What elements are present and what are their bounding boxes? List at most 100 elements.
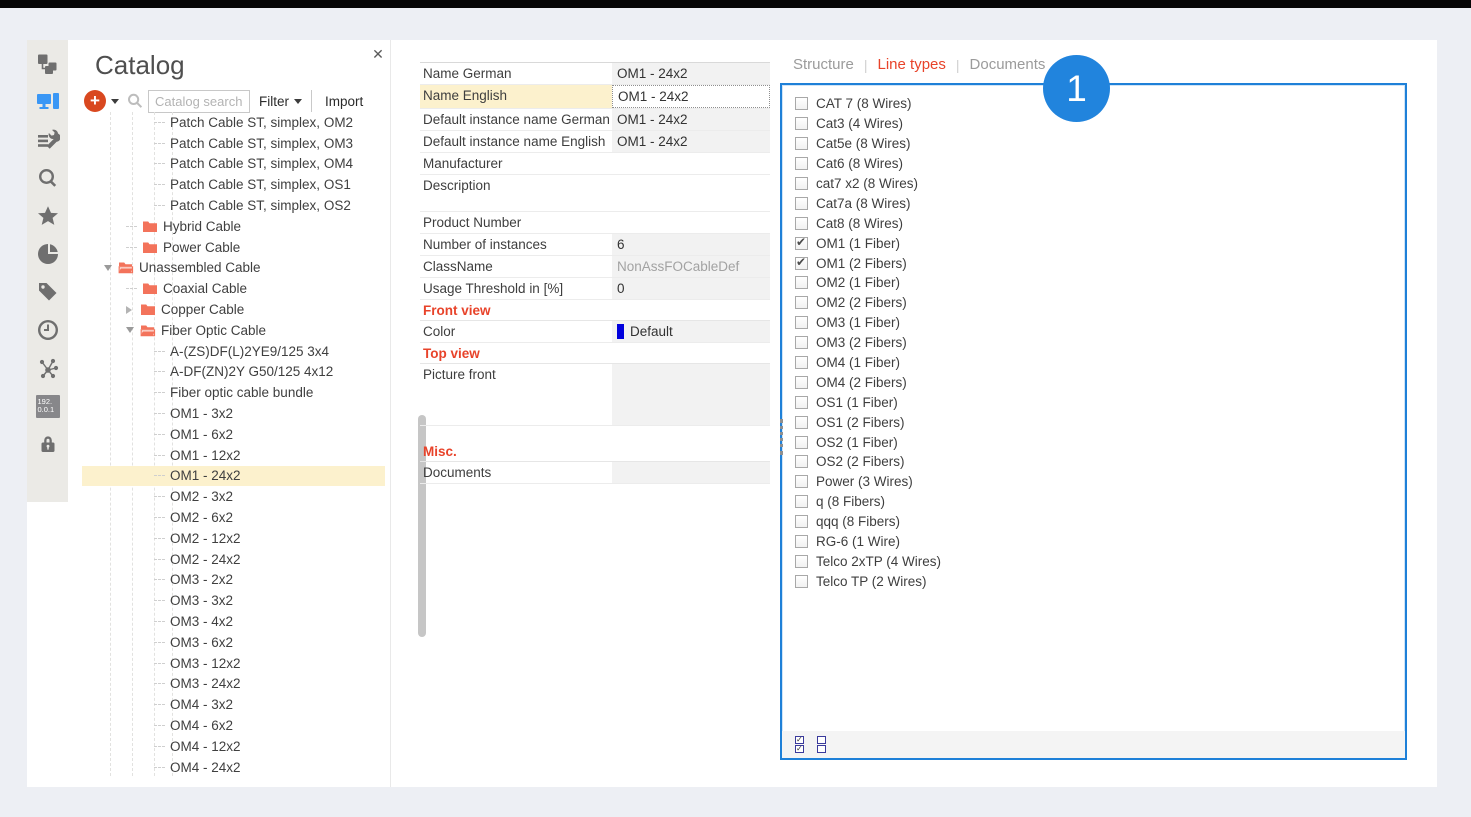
checkbox-icon[interactable] (795, 157, 808, 170)
property-value[interactable]: OM1 - 24x2 (612, 85, 770, 108)
tree-item[interactable]: OM4 - 6x2 (82, 715, 385, 736)
checkbox-checked-icon[interactable] (795, 237, 808, 250)
line-type-item[interactable]: OM4 (1 Fiber) (795, 353, 1405, 373)
tree-item[interactable]: OM4 - 12x2 (82, 736, 385, 757)
tree-item[interactable]: Unassembled Cable (82, 258, 385, 279)
line-type-item[interactable]: q (8 Fibers) (795, 492, 1405, 512)
ip-badge[interactable]: 192. 0.0.1 (36, 394, 60, 418)
property-value[interactable] (612, 212, 770, 233)
line-type-item[interactable]: Telco 2xTP (4 Wires) (795, 551, 1405, 571)
line-type-item[interactable]: Power (3 Wires) (795, 472, 1405, 492)
tree-item[interactable]: OM3 - 24x2 (82, 674, 385, 695)
tree-item[interactable]: OM3 - 2x2 (82, 570, 385, 591)
line-type-item[interactable]: OS1 (1 Fiber) (795, 392, 1405, 412)
tree-item[interactable]: OM4 - 24x2 (82, 757, 385, 778)
tree-item[interactable]: OM2 - 12x2 (82, 528, 385, 549)
line-type-item[interactable]: OM2 (1 Fiber) (795, 273, 1405, 293)
expand-arrow-down-icon[interactable] (126, 327, 140, 333)
line-type-item[interactable]: Cat7a (8 Wires) (795, 193, 1405, 213)
network-icon[interactable] (36, 356, 60, 380)
property-value[interactable]: OM1 - 24x2 (612, 63, 770, 84)
property-value[interactable] (612, 462, 770, 483)
tree-item[interactable]: Power Cable (82, 237, 385, 258)
line-type-item[interactable]: cat7 x2 (8 Wires) (795, 174, 1405, 194)
tree-item[interactable]: OM3 - 4x2 (82, 611, 385, 632)
property-value[interactable] (612, 175, 770, 211)
checkbox-icon[interactable] (795, 296, 808, 309)
line-type-item[interactable]: Telco TP (2 Wires) (795, 571, 1405, 591)
checkbox-icon[interactable] (795, 575, 808, 588)
tab-documents[interactable]: Documents (970, 56, 1046, 73)
tree-item[interactable]: OM1 - 3x2 (82, 403, 385, 424)
tree-item[interactable]: OM2 - 3x2 (82, 486, 385, 507)
tree-item[interactable]: OM1 - 6x2 (82, 424, 385, 445)
tree-item[interactable]: Patch Cable ST, simplex, OS2 (82, 195, 385, 216)
checkbox-icon[interactable] (795, 535, 808, 548)
expand-arrow-down-icon[interactable] (104, 265, 118, 271)
property-value[interactable]: 6 (612, 234, 770, 255)
checkbox-checked-icon[interactable] (795, 257, 808, 270)
catalog-search-input[interactable] (148, 90, 250, 113)
checkbox-icon[interactable] (795, 336, 808, 349)
clock-icon[interactable] (36, 318, 60, 342)
tree-item[interactable]: Patch Cable ST, simplex, OS1 (82, 174, 385, 195)
star-icon[interactable] (36, 204, 60, 228)
tree-item[interactable]: Fiber optic cable bundle (82, 382, 385, 403)
deselect-all-button[interactable] (817, 736, 826, 753)
tree-item[interactable]: OM1 - 12x2 (82, 445, 385, 466)
checkbox-icon[interactable] (795, 495, 808, 508)
line-type-item[interactable]: qqq (8 Fibers) (795, 512, 1405, 532)
tree-item[interactable]: A-(ZS)DF(L)2YE9/125 3x4 (82, 341, 385, 362)
line-type-item[interactable]: OM3 (1 Fiber) (795, 313, 1405, 333)
checkbox-icon[interactable] (795, 316, 808, 329)
line-type-item[interactable]: OS2 (2 Fibers) (795, 452, 1405, 472)
lock-icon[interactable] (36, 432, 60, 456)
line-type-item[interactable]: OM2 (2 Fibers) (795, 293, 1405, 313)
tree-item[interactable]: OM2 - 24x2 (82, 549, 385, 570)
tree-item[interactable]: Patch Cable ST, simplex, OM3 (82, 133, 385, 154)
checkbox-icon[interactable] (795, 515, 808, 528)
tree-item[interactable]: Fiber Optic Cable (82, 320, 385, 341)
tree-item[interactable]: OM3 - 12x2 (82, 653, 385, 674)
checkbox-icon[interactable] (795, 276, 808, 289)
tab-line-types[interactable]: Line types (878, 56, 946, 73)
tree-item[interactable]: Coaxial Cable (82, 278, 385, 299)
checkbox-icon[interactable] (795, 555, 808, 568)
filter-button[interactable]: Filter (259, 94, 289, 109)
topology-icon[interactable] (36, 52, 60, 76)
property-value[interactable]: OM1 - 24x2 (612, 131, 770, 152)
checkbox-icon[interactable] (795, 197, 808, 210)
tree-item[interactable]: A-DF(ZN)2Y G50/125 4x12 (82, 362, 385, 383)
line-type-item[interactable]: OS1 (2 Fibers) (795, 412, 1405, 432)
import-button[interactable]: Import (325, 94, 363, 109)
line-type-item[interactable]: Cat3 (4 Wires) (795, 114, 1405, 134)
line-type-item[interactable]: RG-6 (1 Wire) (795, 532, 1405, 552)
tools-icon[interactable] (36, 128, 60, 152)
chevron-down-icon[interactable] (111, 99, 119, 104)
property-value[interactable]: NonAssFOCableDef (612, 256, 770, 277)
checkbox-icon[interactable] (795, 455, 808, 468)
tree-item[interactable]: Patch Cable ST, simplex, OM4 (82, 154, 385, 175)
checkbox-icon[interactable] (795, 217, 808, 230)
close-icon[interactable]: ✕ (370, 46, 386, 62)
line-type-item[interactable]: OM1 (2 Fibers) (795, 253, 1405, 273)
checkbox-icon[interactable] (795, 356, 808, 369)
checkbox-icon[interactable] (795, 117, 808, 130)
chevron-down-icon[interactable] (294, 99, 302, 104)
checkbox-icon[interactable] (795, 416, 808, 429)
line-type-item[interactable]: Cat8 (8 Wires) (795, 213, 1405, 233)
checkbox-icon[interactable] (795, 436, 808, 449)
checkbox-icon[interactable] (795, 396, 808, 409)
line-type-item[interactable]: OM3 (2 Fibers) (795, 333, 1405, 353)
checkbox-icon[interactable] (795, 137, 808, 150)
tab-structure[interactable]: Structure (793, 56, 854, 73)
expand-arrow-right-icon[interactable] (126, 306, 140, 314)
tree-item[interactable]: Copper Cable (82, 299, 385, 320)
tree-item-selected[interactable]: OM1 - 24x2 (82, 466, 385, 487)
checkbox-icon[interactable] (795, 475, 808, 488)
property-value[interactable] (612, 153, 770, 174)
checkbox-icon[interactable] (795, 376, 808, 389)
property-value[interactable]: 0 (612, 278, 770, 299)
property-value[interactable]: OM1 - 24x2 (612, 109, 770, 130)
property-value[interactable]: Default (612, 321, 770, 342)
